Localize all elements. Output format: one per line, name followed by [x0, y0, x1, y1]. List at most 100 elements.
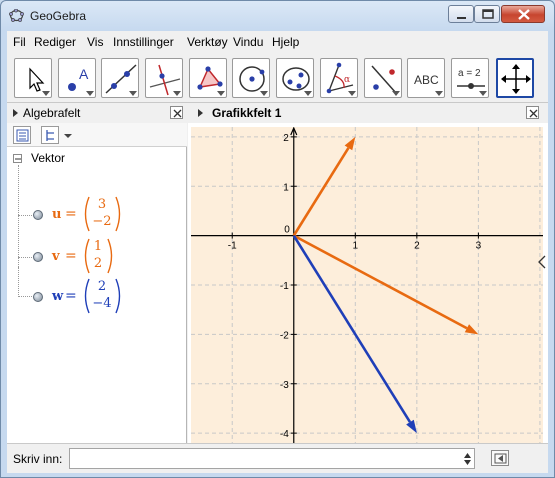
vector-u-y: −2: [92, 214, 112, 229]
move-tool-button[interactable]: [14, 58, 52, 98]
menu-fil[interactable]: Fil: [13, 35, 26, 49]
input-bar: Skriv inn:: [7, 443, 548, 473]
slider-tool-button[interactable]: a = 2: [451, 58, 489, 98]
graphics-view-header[interactable]: Grafikkfelt 1: [188, 103, 548, 123]
menu-bar: Fil Rediger Vis Innstillinger Verktøy Vi…: [7, 31, 548, 53]
vektor-group-label: Vektor: [31, 151, 66, 165]
vector-u-line: [293, 234, 468, 330]
y-tick-label: -4: [280, 429, 289, 440]
x-tick-label: 2: [414, 241, 420, 252]
geogebra-logo-icon: [9, 9, 24, 22]
visibility-toggle-v[interactable]: [33, 252, 43, 262]
menu-hjelp[interactable]: Hjelp: [272, 35, 299, 49]
title-bar[interactable]: GeoGebra: [1, 1, 554, 31]
algebra-view: Algebrafelt Vektor u = 3 −2 v = 1 2 w = …: [7, 103, 187, 443]
chevron-down-icon[interactable]: [63, 131, 73, 141]
help-panel-icon: [494, 453, 507, 464]
menu-vis[interactable]: Vis: [87, 35, 103, 49]
coordinate-plot[interactable]: -1 1 2 3 2 1 -1 -2 -3 -4 0: [191, 127, 543, 443]
input-field-container[interactable]: [69, 448, 475, 469]
move-graphics-view-tool-button[interactable]: [496, 58, 534, 98]
vector-v-y: 2: [93, 256, 103, 271]
vector-w-y: −4: [92, 296, 112, 311]
menu-innstillinger[interactable]: Innstillinger: [113, 35, 174, 49]
maximize-button[interactable]: [474, 5, 500, 23]
angle-tool-button[interactable]: α: [320, 58, 358, 98]
graphics-canvas[interactable]: -1 1 2 3 2 1 -1 -2 -3 -4 0: [191, 127, 543, 443]
vector-w-matrix: 2 −4: [82, 277, 122, 315]
vector-u-row[interactable]: u = 3 −2: [7, 195, 187, 235]
y-tick-label: 1: [283, 182, 289, 193]
menu-vindu[interactable]: Vindu: [233, 35, 263, 49]
text-tool-label: ABC: [414, 73, 439, 87]
y-tick-label: 2: [283, 133, 289, 144]
vector-v-name: v: [52, 249, 60, 264]
spinner-arrows-icon[interactable]: [463, 452, 472, 466]
equals-sign: =: [65, 248, 77, 264]
list-icon: [16, 129, 29, 142]
minimize-button[interactable]: [448, 5, 474, 23]
close-icon: [173, 109, 182, 118]
vector-u-arrowhead: [464, 324, 479, 335]
vector-w-x: 2: [97, 279, 107, 294]
algebra-toolbar: [7, 123, 187, 147]
algebra-view-close-button[interactable]: [170, 106, 183, 119]
vector-v-matrix: 1 2: [82, 237, 122, 275]
y-tick-label: -2: [280, 330, 289, 341]
close-window-button[interactable]: [501, 5, 545, 23]
show-side-panel-icon[interactable]: [538, 255, 546, 269]
equals-sign: =: [65, 288, 77, 304]
vector-w-arrowhead: [406, 419, 417, 434]
polygon-tool-button[interactable]: [189, 58, 227, 98]
svg-text:A: A: [79, 66, 89, 82]
app-client-area: Fil Rediger Vis Innstillinger Verktøy Vi…: [7, 31, 548, 473]
origin-label: 0: [284, 225, 290, 236]
move-arrows-icon: [501, 64, 531, 94]
vector-u-name: u: [52, 207, 62, 222]
tree-sort-icon: [46, 130, 54, 141]
collapse-triangle-icon[interactable]: [196, 108, 206, 118]
vector-v-arrowhead: [344, 136, 356, 151]
auxiliary-objects-button[interactable]: [13, 126, 31, 144]
text-tool-button[interactable]: ABC: [407, 58, 445, 98]
vektor-group-toggle[interactable]: [13, 154, 22, 163]
sort-by-button[interactable]: [41, 126, 59, 144]
vector-u-x: 3: [97, 197, 107, 212]
equals-sign: =: [65, 206, 77, 222]
x-tick-label: 3: [476, 241, 482, 252]
vector-v-x: 1: [93, 239, 103, 254]
slider-tool-label: a = 2: [458, 68, 481, 79]
vector-w-line: [292, 234, 412, 423]
menu-rediger[interactable]: Rediger: [34, 35, 76, 49]
collapse-triangle-icon[interactable]: [11, 108, 21, 118]
x-tick-label: -1: [228, 241, 237, 252]
svg-text:α: α: [344, 75, 350, 85]
vector-u-matrix: 3 −2: [82, 195, 122, 233]
input-field[interactable]: [70, 449, 460, 468]
algebra-view-header[interactable]: Algebrafelt: [7, 103, 187, 123]
graphics-view-close-button[interactable]: [526, 106, 539, 119]
circle-tool-button[interactable]: [232, 58, 270, 98]
graphics-view: Grafikkfelt 1 -1 1 2 3 2 1 -1 -2 -3 -4 0: [188, 103, 548, 443]
vector-w-name: w: [52, 289, 64, 304]
point-tool-button[interactable]: A: [58, 58, 96, 98]
input-label: Skriv inn:: [13, 452, 63, 466]
vector-v-line: [292, 147, 350, 237]
ellipse-tool-button[interactable]: [276, 58, 314, 98]
graphics-view-title: Grafikkfelt 1: [212, 106, 282, 120]
vector-v-row[interactable]: v = 1 2: [7, 237, 187, 277]
perpendicular-line-tool-button[interactable]: [145, 58, 183, 98]
window-title: GeoGebra: [30, 9, 87, 23]
visibility-toggle-u[interactable]: [33, 210, 43, 220]
geogebra-window: GeoGebra Fil Rediger Vis Innstillinger V…: [0, 0, 555, 478]
vector-w-row[interactable]: w = 2 −4: [7, 267, 187, 317]
y-tick-label: -3: [280, 380, 289, 391]
minimize-icon: [457, 17, 466, 19]
visibility-toggle-w[interactable]: [33, 292, 43, 302]
line-tool-button[interactable]: [101, 58, 139, 98]
reflect-tool-button[interactable]: [364, 58, 402, 98]
menu-verktoy[interactable]: Verktøy: [187, 35, 228, 49]
x-tick-label: 1: [353, 241, 359, 252]
input-help-button[interactable]: [491, 450, 509, 466]
maximize-icon: [482, 9, 494, 19]
